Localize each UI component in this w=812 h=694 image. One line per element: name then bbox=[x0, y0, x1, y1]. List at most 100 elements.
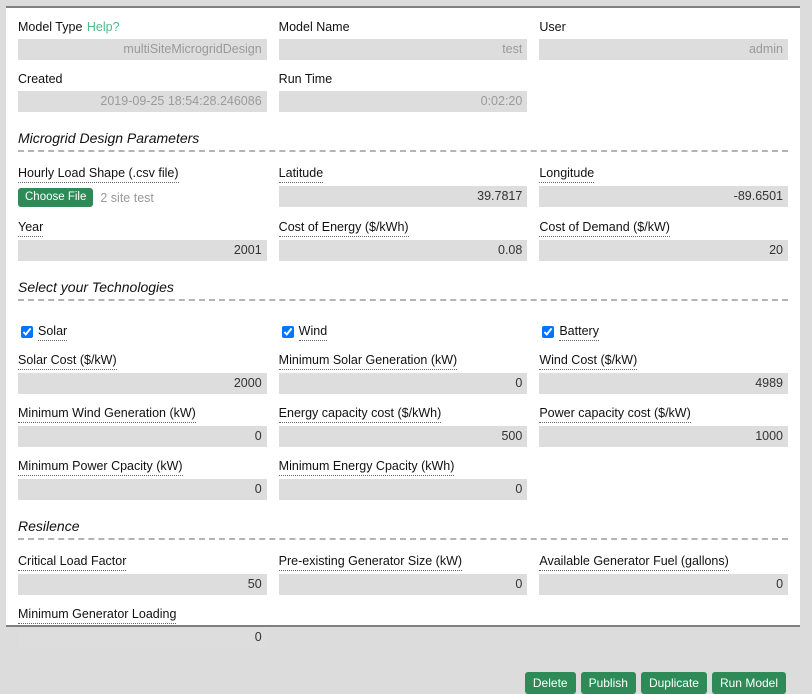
min-wind-generation-label: Minimum Wind Generation (kW) bbox=[18, 406, 196, 423]
pre-existing-generator-size-label: Pre-existing Generator Size (kW) bbox=[278, 554, 463, 571]
field-critical-load-factor: Critical Load Factor bbox=[18, 542, 267, 595]
action-button-bar: Delete Publish Duplicate Run Model bbox=[18, 672, 788, 694]
available-generator-fuel-input[interactable] bbox=[539, 574, 789, 595]
wind-cost-input[interactable] bbox=[539, 373, 789, 394]
field-pre-existing-generator-size: Pre-existing Generator Size (kW) bbox=[278, 542, 528, 595]
wind-cost-label: Wind Cost ($/kW) bbox=[539, 353, 638, 370]
min-solar-generation-input[interactable] bbox=[278, 373, 528, 394]
min-power-capacity-label: Minimum Power Cpacity (kW) bbox=[18, 459, 183, 476]
power-capacity-cost-label: Power capacity cost ($/kW) bbox=[539, 406, 691, 423]
file-picker: Choose File 2 site test bbox=[18, 187, 267, 208]
microgrid-row-1: Hourly Load Shape (.csv file) Choose Fil… bbox=[18, 154, 789, 208]
technologies-row-1: Solar Cost ($/kW) Minimum Solar Generati… bbox=[18, 341, 789, 394]
wind-label: Wind bbox=[298, 324, 328, 341]
technologies-checkbox-row: Solar Wind Battery bbox=[18, 303, 788, 341]
min-generator-loading-label: Minimum Generator Loading bbox=[18, 607, 177, 624]
model-type-input[interactable] bbox=[18, 39, 267, 60]
chosen-file-name: 2 site test bbox=[100, 190, 154, 205]
microgrid-row-2: Year Cost of Energy ($/kWh) Cost of Dema… bbox=[18, 208, 789, 261]
min-energy-capacity-label: Minimum Energy Cpacity (kWh) bbox=[278, 459, 455, 476]
field-available-generator-fuel: Available Generator Fuel (gallons) bbox=[539, 542, 789, 595]
header-row-2: Created Run Time bbox=[18, 60, 788, 112]
checkbox-row-battery[interactable]: Battery bbox=[539, 313, 788, 341]
longitude-label: Longitude bbox=[539, 166, 595, 183]
field-energy-capacity-cost: Energy capacity cost ($/kWh) bbox=[278, 394, 528, 447]
battery-checkbox[interactable] bbox=[542, 326, 555, 338]
solar-cost-label: Solar Cost ($/kW) bbox=[18, 353, 117, 370]
checkbox-row-wind[interactable]: Wind bbox=[279, 313, 528, 341]
power-capacity-cost-input[interactable] bbox=[539, 426, 789, 447]
cost-of-energy-input[interactable] bbox=[278, 240, 528, 261]
choose-file-button[interactable]: Choose File bbox=[18, 188, 94, 207]
cost-of-demand-input[interactable] bbox=[539, 240, 789, 261]
field-min-power-capacity: Minimum Power Cpacity (kW) bbox=[18, 447, 267, 500]
user-label: User bbox=[539, 20, 566, 34]
wind-checkbox[interactable] bbox=[281, 326, 294, 338]
energy-capacity-cost-input[interactable] bbox=[278, 426, 528, 447]
help-link[interactable]: Help? bbox=[87, 20, 120, 34]
resilence-row-1: Critical Load Factor Pre-existing Genera… bbox=[18, 542, 789, 595]
field-latitude: Latitude bbox=[278, 154, 528, 208]
field-model-name: Model Name bbox=[278, 8, 528, 60]
solar-checkbox[interactable] bbox=[21, 326, 33, 338]
section-title-microgrid: Microgrid Design Parameters bbox=[18, 130, 200, 146]
solar-cost-input[interactable] bbox=[18, 373, 267, 394]
year-input[interactable] bbox=[18, 240, 267, 261]
field-min-energy-capacity: Minimum Energy Cpacity (kWh) bbox=[278, 447, 528, 500]
run-time-input[interactable] bbox=[278, 91, 528, 112]
duplicate-button[interactable]: Duplicate bbox=[640, 672, 707, 694]
field-min-generator-loading: Minimum Generator Loading bbox=[18, 595, 267, 648]
latitude-label: Latitude bbox=[278, 166, 324, 183]
run-time-label: Run Time bbox=[278, 72, 333, 86]
field-wind-toggle: Wind bbox=[279, 303, 528, 341]
field-model-type: Model Type Help? bbox=[18, 8, 267, 60]
field-longitude: Longitude bbox=[539, 154, 789, 208]
created-input[interactable] bbox=[18, 91, 267, 112]
model-name-input[interactable] bbox=[278, 39, 528, 60]
pre-existing-generator-size-input[interactable] bbox=[278, 574, 528, 595]
solar-label: Solar bbox=[38, 324, 68, 341]
section-title-resilence: Resilence bbox=[18, 518, 80, 534]
checkbox-row-solar[interactable]: Solar bbox=[18, 313, 267, 341]
field-solar-cost: Solar Cost ($/kW) bbox=[18, 341, 267, 394]
header-row-1: Model Type Help? Model Name User bbox=[18, 8, 789, 60]
hourly-load-shape-label: Hourly Load Shape (.csv file) bbox=[18, 166, 179, 183]
created-label: Created bbox=[18, 72, 63, 86]
min-power-capacity-input[interactable] bbox=[18, 479, 267, 500]
year-label: Year bbox=[18, 220, 44, 237]
critical-load-factor-label: Critical Load Factor bbox=[18, 554, 127, 571]
delete-button[interactable]: Delete bbox=[524, 672, 576, 694]
cost-of-demand-label: Cost of Demand ($/kW) bbox=[539, 220, 670, 237]
field-power-capacity-cost: Power capacity cost ($/kW) bbox=[539, 394, 789, 447]
field-hourly-load-shape: Hourly Load Shape (.csv file) Choose Fil… bbox=[18, 154, 267, 208]
field-year: Year bbox=[18, 208, 267, 261]
critical-load-factor-input[interactable] bbox=[18, 574, 267, 595]
min-generator-loading-input[interactable] bbox=[18, 627, 267, 648]
field-run-time: Run Time bbox=[278, 60, 528, 112]
model-name-label: Model Name bbox=[278, 20, 350, 34]
field-solar-toggle: Solar bbox=[18, 303, 267, 341]
resilence-row-2: Minimum Generator Loading bbox=[18, 595, 788, 648]
run-model-button[interactable]: Run Model bbox=[711, 672, 786, 694]
user-input[interactable] bbox=[539, 39, 789, 60]
publish-button[interactable]: Publish bbox=[580, 672, 636, 694]
field-min-wind-generation: Minimum Wind Generation (kW) bbox=[18, 394, 267, 447]
field-wind-cost: Wind Cost ($/kW) bbox=[539, 341, 789, 394]
min-energy-capacity-input[interactable] bbox=[278, 479, 528, 500]
longitude-input[interactable] bbox=[539, 186, 789, 207]
model-type-label: Model Type bbox=[18, 20, 83, 34]
model-form-card: Model Type Help? Model Name User Created… bbox=[6, 6, 800, 694]
energy-capacity-cost-label: Energy capacity cost ($/kWh) bbox=[278, 406, 442, 423]
cost-of-energy-label: Cost of Energy ($/kWh) bbox=[278, 220, 409, 237]
technologies-row-2: Minimum Wind Generation (kW) Energy capa… bbox=[18, 394, 789, 447]
latitude-input[interactable] bbox=[278, 186, 528, 207]
field-user: User bbox=[539, 8, 789, 60]
field-battery-toggle: Battery bbox=[539, 303, 788, 341]
field-created: Created bbox=[18, 60, 267, 112]
technologies-row-3: Minimum Power Cpacity (kW) Minimum Energ… bbox=[18, 447, 788, 500]
section-divider-resilence bbox=[18, 538, 788, 540]
section-title-technologies: Select your Technologies bbox=[18, 279, 174, 295]
section-divider-technologies bbox=[18, 299, 788, 301]
section-divider-microgrid bbox=[18, 150, 788, 152]
min-wind-generation-input[interactable] bbox=[18, 426, 267, 447]
